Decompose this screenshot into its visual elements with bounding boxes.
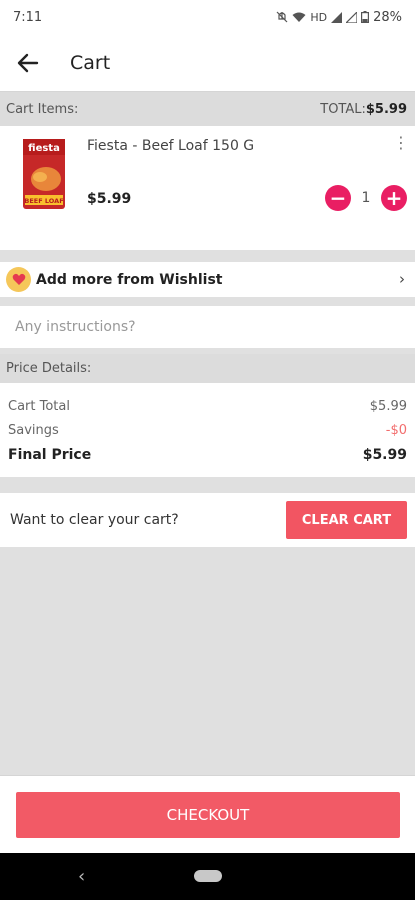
network-type: HD: [310, 10, 328, 24]
quantity-value: 1: [361, 190, 371, 206]
checkout-bar: CHECKOUT: [0, 775, 415, 853]
wishlist-row[interactable]: Add more from Wishlist ›: [0, 262, 415, 297]
app-bar: Cart: [0, 34, 415, 92]
product-thumbnail[interactable]: fiesta BEEF LOAF: [20, 135, 68, 211]
decrease-quantity-button[interactable]: −: [325, 185, 351, 211]
signal-icon: [331, 11, 343, 23]
status-icons: HD 28%: [276, 10, 402, 25]
minus-icon: −: [329, 186, 347, 210]
increase-quantity-button[interactable]: +: [381, 185, 407, 211]
price-details-label: Price Details:: [6, 361, 92, 376]
cart-total: TOTAL:$5.99: [320, 102, 407, 117]
thumb-label: BEEF LOAF: [24, 197, 63, 205]
cart-items-header: Cart Items: TOTAL:$5.99: [0, 92, 415, 126]
signal-2-icon: [346, 11, 358, 23]
chevron-right-icon: ›: [399, 270, 405, 288]
cart-items-label: Cart Items:: [6, 101, 79, 117]
savings-value: -$0: [385, 422, 407, 438]
nav-home-pill[interactable]: [194, 870, 222, 882]
instructions-input[interactable]: [15, 319, 395, 335]
cart-total-label: TOTAL:: [320, 101, 366, 117]
more-vert-icon[interactable]: ⋮: [393, 135, 409, 151]
price-details-header: Price Details:: [0, 354, 415, 383]
wishlist-label: Add more from Wishlist: [36, 271, 223, 288]
mute-icon: [276, 11, 288, 23]
price-row: Cart Total $5.99: [8, 394, 407, 418]
instructions-row: [0, 306, 415, 348]
nav-back-icon[interactable]: ‹: [78, 866, 85, 887]
wifi-icon: [292, 12, 306, 22]
heart-icon: [6, 267, 31, 292]
status-time: 7:11: [13, 9, 43, 25]
plus-icon: +: [385, 186, 403, 210]
arrow-left-icon: [17, 53, 39, 72]
cart-total-row-label: Cart Total: [8, 398, 70, 414]
cart-total-value: $5.99: [365, 101, 407, 117]
back-button[interactable]: [0, 34, 56, 92]
checkout-button[interactable]: CHECKOUT: [16, 792, 400, 838]
cart-total-row-value: $5.99: [369, 398, 407, 414]
savings-label: Savings: [8, 422, 59, 438]
page-title: Cart: [70, 51, 111, 74]
final-price-value: $5.99: [362, 447, 407, 463]
price-row: Savings -$0: [8, 418, 407, 442]
final-price-row: Final Price $5.99: [8, 442, 407, 468]
battery-icon: [361, 11, 370, 23]
clear-cart-prompt: Want to clear your cart?: [10, 512, 179, 528]
clear-cart-row: Want to clear your cart? CLEAR CART: [0, 493, 415, 547]
item-name: Fiesta - Beef Loaf 150 G: [87, 138, 255, 154]
price-details-card: Cart Total $5.99 Savings -$0 Final Price…: [0, 383, 415, 477]
system-nav-bar: ‹: [0, 853, 415, 900]
quantity-stepper: − 1 +: [325, 185, 407, 211]
final-price-label: Final Price: [8, 447, 92, 463]
item-price: $5.99: [87, 191, 132, 207]
status-bar: 7:11 HD 28%: [0, 0, 415, 34]
battery-percent: 28%: [373, 9, 402, 25]
thumb-brand: fiesta: [28, 143, 60, 154]
clear-cart-button[interactable]: CLEAR CART: [286, 501, 407, 539]
cart-item: fiesta BEEF LOAF Fiesta - Beef Loaf 150 …: [0, 126, 415, 250]
